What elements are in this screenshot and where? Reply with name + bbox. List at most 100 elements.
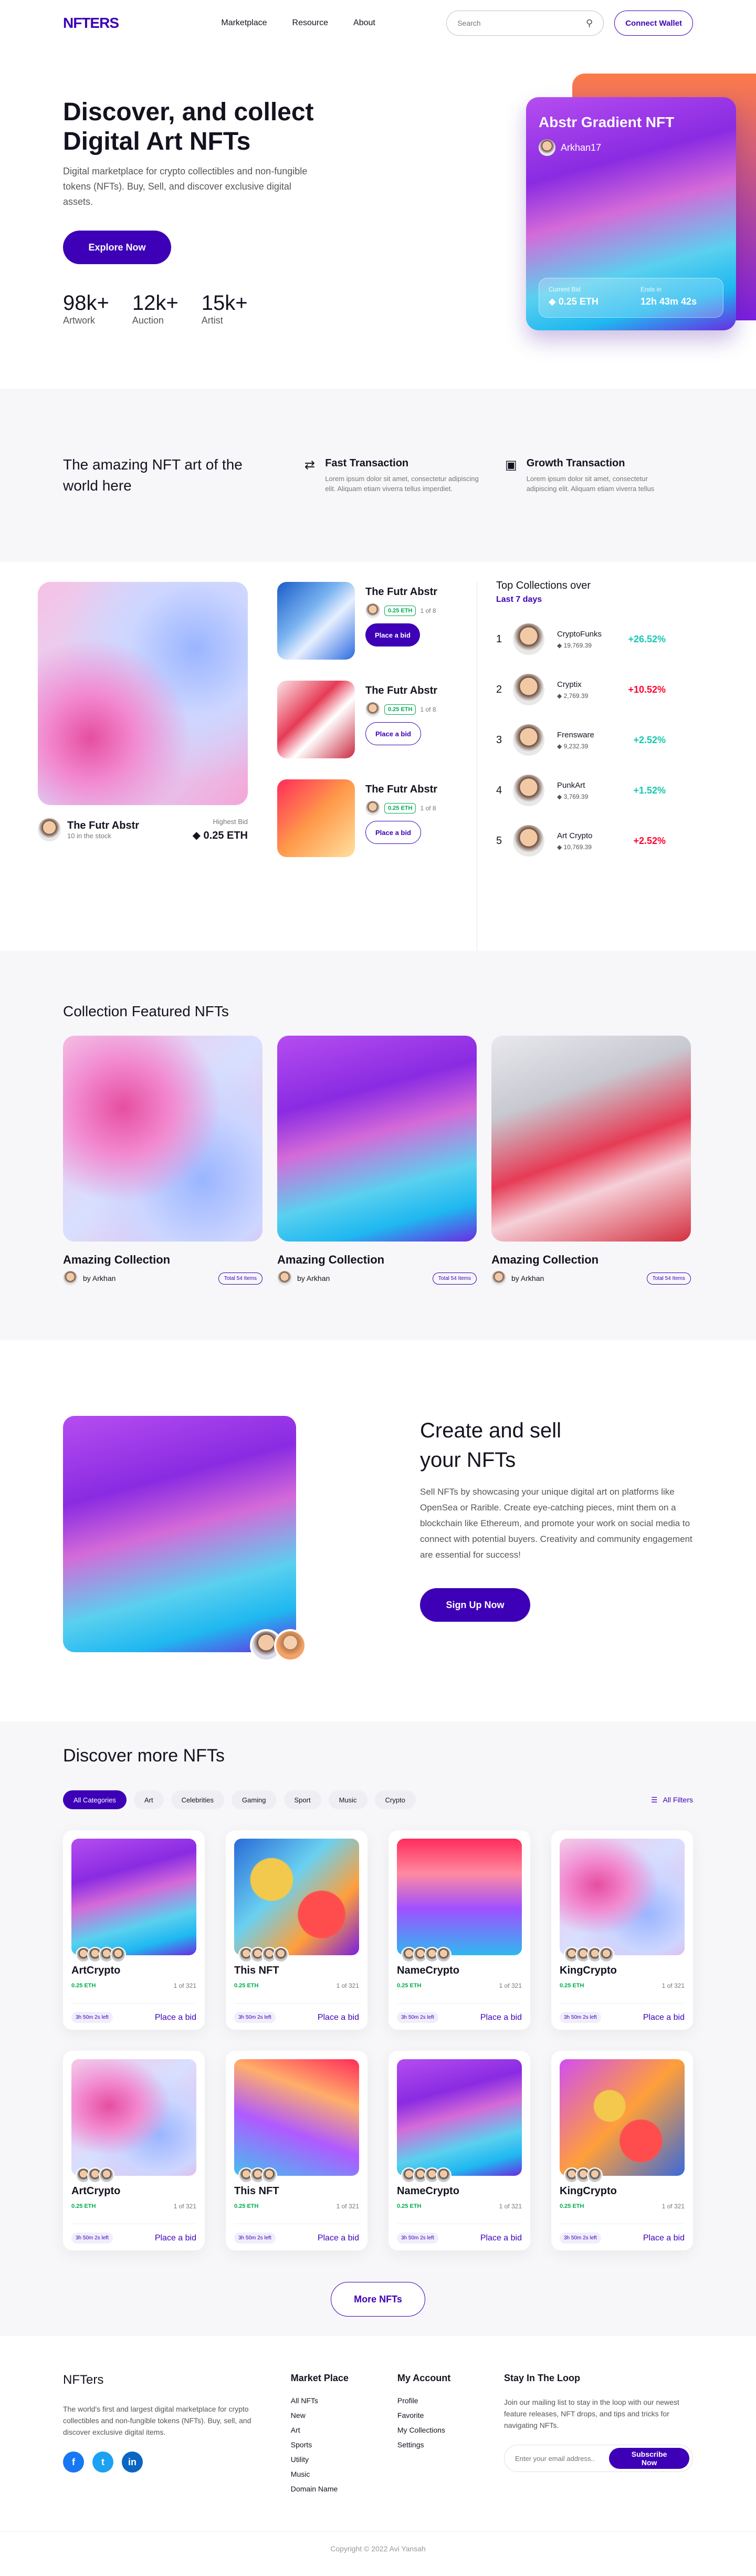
filter-all-categories[interactable]: All Categories — [63, 1790, 127, 1809]
avatar — [274, 1629, 307, 1662]
nft-card[interactable]: ArtCrypto 0.25 ETH 1 of 321 3h 50m 2s left P… — [63, 1830, 205, 2030]
footer-link[interactable]: Domain Name — [291, 2485, 397, 2493]
items-badge[interactable]: Total 54 Items — [646, 1272, 691, 1285]
footer-link[interactable]: Settings — [397, 2441, 504, 2449]
top-collections: Top Collections over Last 7 days 1 Crypto… — [477, 580, 666, 951]
nft-image[interactable] — [277, 779, 355, 857]
facebook-icon[interactable]: f — [63, 2452, 84, 2473]
eth-icon: ◆ — [557, 641, 564, 649]
footer-link[interactable]: Favorite — [397, 2411, 504, 2419]
nft-card[interactable]: NameCrypto 0.25 ETH 1 of 321 3h 50m 2s left… — [388, 1830, 530, 2030]
avatar — [539, 139, 555, 156]
eth-icon: ◆ — [192, 830, 204, 841]
nav-about[interactable]: About — [353, 18, 375, 28]
logo[interactable]: NFTERS — [63, 15, 119, 32]
trending-list: The Futr Abstr 0.25 ETH 1 of 8 Place a bi… — [277, 582, 466, 951]
footer-my-account: My Account Profile Favorite My Collectio… — [397, 2373, 504, 2499]
place-bid-button[interactable]: Place a bid — [365, 722, 421, 745]
social-links: f t in — [63, 2452, 291, 2473]
collection-card[interactable]: Amazing Collection by Arkhan Total 54 Item… — [63, 1036, 262, 1286]
subscribe-button[interactable]: Subscribe Now — [609, 2448, 689, 2469]
collection-card[interactable]: Amazing Collection by Arkhan Total 54 Item… — [491, 1036, 691, 1286]
filter-art[interactable]: Art — [133, 1790, 164, 1809]
place-bid-button[interactable]: Place a bid — [365, 623, 420, 646]
footer-market-place: Market Place All NFTs New Art Sports Uti… — [291, 2373, 397, 2499]
more-nfts-button[interactable]: More NFTs — [331, 2282, 425, 2317]
nft-image[interactable] — [277, 681, 355, 758]
avatar — [365, 702, 380, 717]
place-bid-link[interactable]: Place a bid — [318, 2234, 359, 2243]
filter-gaming[interactable]: Gaming — [231, 1790, 277, 1809]
period-dropdown[interactable]: Last 7 days — [496, 595, 666, 604]
all-filters-button[interactable]: ☰ All Filters — [651, 1796, 693, 1805]
place-bid-button[interactable]: Place a bid — [365, 821, 421, 844]
featured-nft-title: Abstr Gradient NFT — [539, 114, 675, 130]
trending-item: The Futr Abstr 0.25 ETH 1 of 8 Place a bi… — [277, 681, 466, 758]
nft-image — [234, 1839, 359, 1955]
footer-link[interactable]: Utility — [291, 2455, 397, 2464]
section-title: Collection Featured NFTs — [63, 1003, 229, 1019]
sign-up-button[interactable]: Sign Up Now — [420, 1588, 530, 1622]
eth-icon: ◆ — [557, 843, 564, 851]
place-bid-link[interactable]: Place a bid — [643, 2013, 685, 2022]
nft-card[interactable]: ArtCrypto 0.25 ETH 1 of 321 3h 50m 2s left P… — [63, 2051, 205, 2250]
footer-link[interactable]: New — [291, 2411, 397, 2419]
top-collection-row[interactable]: 5 Art Crypto ◆ 10,769.39 +2.52% — [496, 825, 666, 857]
trending-main-card[interactable]: The Futr Abstr 10 in the stock Highest Bi… — [38, 582, 248, 951]
items-badge[interactable]: Total 54 Items — [218, 1272, 262, 1285]
avatar — [491, 1271, 506, 1286]
nft-image[interactable] — [277, 582, 355, 660]
place-bid-link[interactable]: Place a bid — [318, 2013, 359, 2022]
search-input[interactable] — [457, 19, 573, 27]
email-input[interactable] — [514, 2454, 610, 2463]
linkedin-icon[interactable]: in — [122, 2452, 143, 2473]
nav-marketplace[interactable]: Marketplace — [221, 18, 267, 28]
nft-card[interactable]: This NFT 0.25 ETH 1 of 321 3h 50m 2s left Pl… — [226, 1830, 368, 2030]
footer-link[interactable]: Profile — [397, 2396, 504, 2405]
filter-crypto[interactable]: Crypto — [374, 1790, 416, 1809]
avatar — [513, 623, 544, 655]
top-collection-row[interactable]: 4 PunkArt ◆ 3,769.39 +1.52% — [496, 775, 666, 806]
explore-now-button[interactable]: Explore Now — [63, 231, 171, 264]
footer-link[interactable]: Music — [291, 2470, 397, 2478]
features-section: The amazing NFT art of the world here ⇄ … — [0, 389, 756, 562]
top-collection-row[interactable]: 3 Frensware ◆ 9,232.39 +2.52% — [496, 724, 666, 756]
avatar-group — [564, 1947, 685, 1963]
featured-nft-card[interactable]: Abstr Gradient NFT Arkhan17 Current Bid ◆… — [526, 97, 736, 330]
connect-wallet-button[interactable]: Connect Wallet — [614, 11, 693, 36]
nft-card[interactable]: NameCrypto 0.25 ETH 1 of 321 3h 50m 2s left… — [388, 2051, 530, 2250]
nft-image — [71, 1839, 196, 1955]
nft-image — [397, 2059, 522, 2176]
footer-link[interactable]: Sports — [291, 2441, 397, 2449]
filter-music[interactable]: Music — [328, 1790, 368, 1809]
filter-celebrities[interactable]: Celebrities — [171, 1790, 224, 1809]
collection-image — [277, 1036, 477, 1242]
place-bid-link[interactable]: Place a bid — [155, 2013, 196, 2022]
items-badge[interactable]: Total 54 Items — [432, 1272, 477, 1285]
nft-image — [397, 1839, 522, 1955]
footer-link[interactable]: My Collections — [397, 2426, 504, 2434]
place-bid-link[interactable]: Place a bid — [155, 2234, 196, 2243]
hero-section: Discover, and collect Digital Art NFTs D… — [0, 46, 756, 389]
footer-link[interactable]: Art — [291, 2426, 397, 2434]
search-icon[interactable]: ⚲ — [586, 18, 593, 29]
footer-link[interactable]: All NFTs — [291, 2396, 397, 2405]
transaction-icon: ⇄ — [304, 457, 316, 472]
nft-card[interactable]: KingCrypto 0.25 ETH 1 of 321 3h 50m 2s left… — [551, 1830, 693, 2030]
nav-resource[interactable]: Resource — [292, 18, 328, 28]
stat-auction: 12k+ Auction — [132, 291, 178, 326]
place-bid-link[interactable]: Place a bid — [480, 2234, 522, 2243]
eth-icon: ◆ — [557, 792, 564, 800]
nft-card[interactable]: This NFT 0.25 ETH 1 of 321 3h 50m 2s left Pl… — [226, 2051, 368, 2250]
trending-item: The Futr Abstr 0.25 ETH 1 of 8 Place a bi… — [277, 582, 466, 660]
place-bid-link[interactable]: Place a bid — [480, 2013, 522, 2022]
footer: NFTers The world's first and largest dig… — [0, 2336, 756, 2559]
nft-card[interactable]: KingCrypto 0.25 ETH 1 of 321 3h 50m 2s left… — [551, 2051, 693, 2250]
top-collection-row[interactable]: 1 CryptoFunks ◆ 19,769.39 +26.52% — [496, 623, 666, 655]
top-collection-row[interactable]: 2 Cryptix ◆ 2,769.39 +10.52% — [496, 674, 666, 705]
twitter-icon[interactable]: t — [92, 2452, 113, 2473]
stat-artist: 15k+ Artist — [201, 291, 248, 326]
filter-sport[interactable]: Sport — [284, 1790, 321, 1809]
place-bid-link[interactable]: Place a bid — [643, 2234, 685, 2243]
collection-card[interactable]: Amazing Collection by Arkhan Total 54 Item… — [277, 1036, 477, 1286]
